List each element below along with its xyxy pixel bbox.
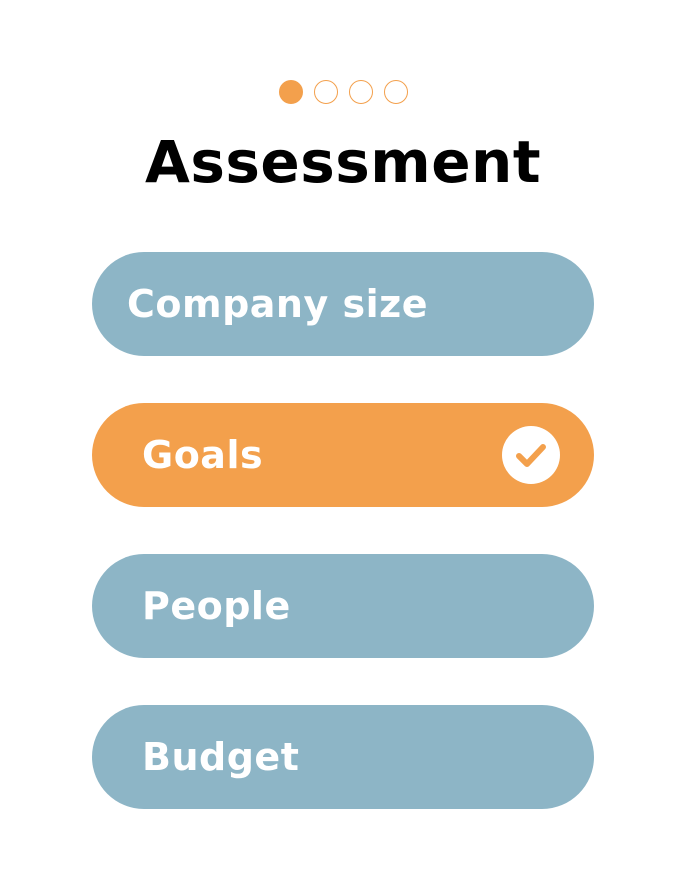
option-label: People [142, 584, 291, 628]
checkmark-circle-icon [502, 426, 560, 484]
step-dot-1[interactable] [278, 80, 303, 104]
option-label: Goals [142, 433, 264, 477]
step-dot-2[interactable] [313, 80, 338, 104]
option-company-size[interactable]: Company size [92, 252, 594, 356]
step-dot-3[interactable] [348, 80, 373, 104]
step-indicator [0, 80, 686, 104]
option-label: Budget [142, 735, 300, 779]
option-label: Company size [127, 282, 429, 326]
option-budget[interactable]: Budget [92, 705, 594, 809]
option-goals[interactable]: Goals [92, 403, 594, 507]
option-people[interactable]: People [92, 554, 594, 658]
step-dot-4[interactable] [383, 80, 408, 104]
page-title: Assessment [144, 128, 542, 196]
